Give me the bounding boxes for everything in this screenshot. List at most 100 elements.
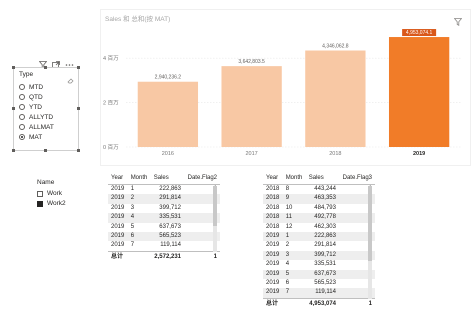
table-row[interactable]: 20195637,6731: [108, 223, 220, 232]
resize-handle[interactable]: [12, 107, 15, 110]
sales-mat-chart[interactable]: 0 百万 2 百万 4 百万 2,940,236.2 2016 3,642,803.5 20…: [101, 10, 470, 165]
table-row[interactable]: 20195637,6731: [263, 269, 375, 280]
table-row[interactable]: 20197119,1141: [108, 241, 220, 251]
option-label: ALLMAT: [29, 123, 54, 131]
scrollbar[interactable]: [368, 186, 372, 299]
column-header[interactable]: Sales: [305, 172, 339, 185]
slicer-option-mat[interactable]: MAT: [19, 132, 42, 142]
slicer-option-ytd[interactable]: YTD: [19, 102, 42, 112]
column-header[interactable]: Date.Flag3: [339, 172, 375, 185]
bar-chart-canvas: 0 百万 2 百万 4 百万 2,940,236.2 2016 3,642,803.5 20…: [103, 29, 461, 157]
bar-2018[interactable]: [305, 50, 366, 147]
table-cell: 2019: [266, 242, 280, 249]
slicer-option-mtd[interactable]: MTD: [19, 82, 43, 92]
column-header[interactable]: Month: [282, 172, 306, 185]
resize-handle[interactable]: [44, 149, 47, 152]
column-header[interactable]: Month: [127, 172, 151, 185]
table-cell: 462,303: [314, 223, 336, 230]
slicer-header: Name: [37, 179, 55, 186]
total-cell: 1: [339, 297, 375, 310]
table-row[interactable]: 20193399,7121: [108, 204, 220, 213]
name-option-work2[interactable]: Work2: [37, 200, 66, 207]
slicer-option-allmat[interactable]: ALLMAT: [19, 122, 54, 132]
table-cell: 637,673: [305, 269, 339, 280]
resize-handle[interactable]: [77, 149, 80, 152]
checkbox[interactable]: [37, 190, 43, 197]
eraser-icon[interactable]: [67, 71, 74, 89]
radio-button-selected[interactable]: [19, 134, 25, 140]
table-row[interactable]: 20191222,8631: [263, 232, 375, 242]
table-cell: 2019: [263, 250, 283, 261]
table-cell: 9: [282, 194, 306, 204]
table-row[interactable]: 201811492,7781: [263, 213, 375, 223]
table-cell: 2019: [266, 261, 280, 268]
table-cell: 2019: [108, 194, 128, 204]
table-row[interactable]: 20188443,2441: [263, 185, 375, 195]
data-label: 4,953,074.1: [406, 30, 433, 36]
data-label: 3,642,803.5: [238, 59, 265, 65]
table-cell: 565,523: [150, 232, 184, 242]
table-row[interactable]: 20197119,1141: [263, 288, 375, 299]
resize-handle[interactable]: [12, 149, 15, 152]
radio-button[interactable]: [19, 84, 25, 90]
table-row[interactable]: 201812462,3031: [263, 223, 375, 232]
column-header[interactable]: Year: [108, 172, 128, 185]
table-cell: 2018: [266, 186, 280, 192]
resize-handle[interactable]: [44, 66, 47, 69]
table-row[interactable]: 20194335,5311: [108, 213, 220, 223]
bar-2019[interactable]: [388, 37, 450, 147]
table-row[interactable]: 20191222,8631: [108, 185, 220, 195]
slicer-option-qtd[interactable]: QTD: [19, 92, 43, 102]
bar-2017[interactable]: [221, 66, 282, 147]
table-total-row: 总计 2,572,231 1: [108, 250, 220, 263]
table-cell: 2019: [111, 223, 125, 230]
bar-2016[interactable]: [137, 81, 199, 147]
filter-icon[interactable]: [453, 13, 463, 31]
name-option-work[interactable]: Work: [37, 190, 62, 197]
table-row[interactable]: 201810484,7931: [263, 204, 375, 213]
table-row[interactable]: 20196565,5231: [108, 232, 220, 242]
resize-handle[interactable]: [77, 66, 80, 69]
type-slicer[interactable]: Type MTD QTD YTD ALLYTD ALLMAT MAT: [12, 66, 80, 152]
data-label: 2,940,236.2: [155, 75, 182, 81]
scrollbar[interactable]: [213, 186, 217, 252]
table-row[interactable]: 20196565,5231: [263, 279, 375, 288]
slicer-option-allytd[interactable]: ALLYTD: [19, 112, 53, 122]
table-cell: 7: [130, 242, 135, 249]
x-tick-label: 2016: [162, 151, 174, 157]
column-header[interactable]: Year: [263, 172, 283, 185]
table-cell: 2018: [266, 223, 280, 230]
resize-handle[interactable]: [12, 66, 15, 69]
column-header[interactable]: Date.Flag2: [184, 172, 220, 185]
radio-button[interactable]: [19, 104, 25, 110]
table-cell: 11: [282, 213, 306, 223]
total-cell: 总计: [108, 250, 128, 263]
table-cell: 12: [285, 223, 293, 230]
table-cell: 222,863: [305, 232, 339, 242]
table-row[interactable]: 20193399,7121: [263, 250, 375, 261]
table-cell: 463,353: [305, 194, 339, 204]
checkbox-checked[interactable]: [37, 200, 43, 207]
option-label: ALLYTD: [29, 113, 54, 121]
table-cell: 8: [285, 186, 290, 192]
name-slicer[interactable]: Name Work Work2: [33, 176, 93, 216]
table-cell: 2019: [111, 204, 125, 211]
radio-button[interactable]: [19, 124, 25, 130]
radio-button[interactable]: [19, 94, 25, 100]
option-label: Work2: [47, 200, 66, 207]
resize-handle[interactable]: [77, 107, 80, 110]
total-cell: 1: [184, 250, 220, 263]
table-cell: 565,523: [314, 280, 336, 287]
table-row[interactable]: 20189463,3531: [263, 194, 375, 204]
table-row[interactable]: 20192291,8141: [108, 194, 220, 204]
table-cell: 443,244: [314, 186, 336, 192]
table-cell: 2019: [111, 186, 125, 192]
table-cell: 2019: [108, 213, 128, 223]
radio-button[interactable]: [19, 114, 25, 120]
table-row[interactable]: 20194335,5311: [263, 260, 375, 269]
table-header-row: Year Month Sales Date.Flag2: [108, 172, 220, 185]
table-row[interactable]: 20192291,8141: [263, 241, 375, 250]
option-label: MTD: [29, 83, 44, 91]
column-header[interactable]: Sales: [150, 172, 184, 185]
table-cell: 2: [285, 242, 290, 249]
